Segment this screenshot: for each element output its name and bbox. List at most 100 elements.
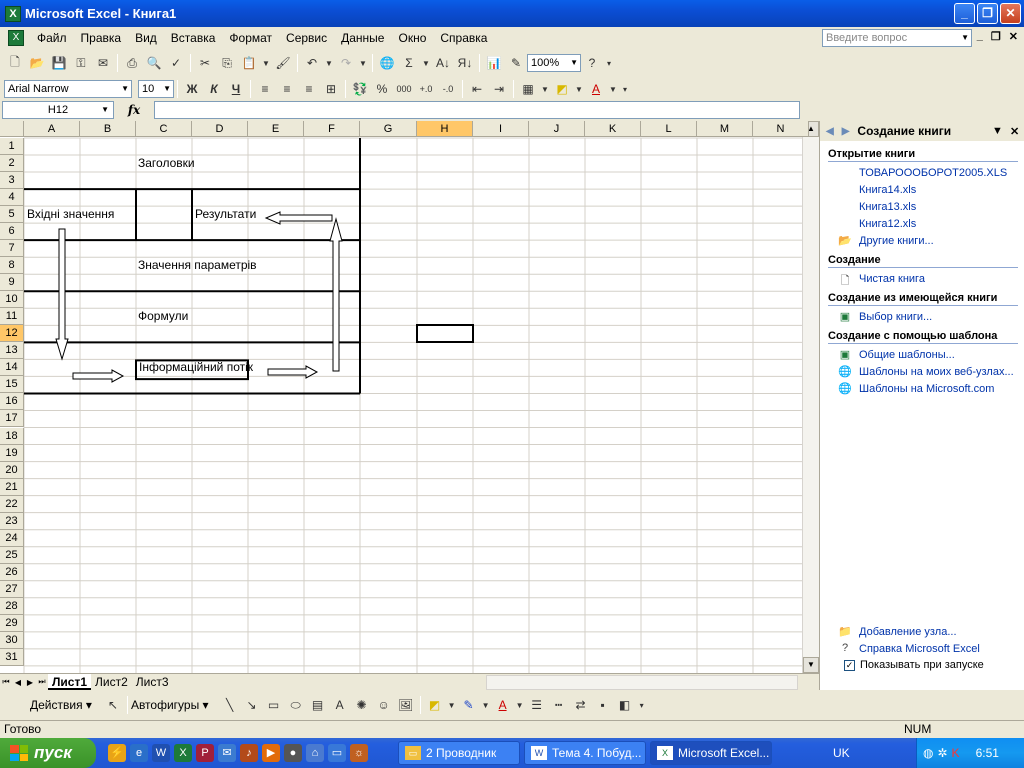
internet-explorer-icon[interactable]: e bbox=[130, 744, 148, 762]
powerpoint-icon[interactable]: P bbox=[196, 744, 214, 762]
blank-workbook-link[interactable]: 🗋 Чистая книга bbox=[838, 272, 1024, 288]
row-header[interactable]: 15 bbox=[0, 376, 24, 394]
row-header[interactable]: 18 bbox=[0, 427, 24, 445]
wordart-icon[interactable]: A bbox=[329, 694, 351, 716]
row-header[interactable]: 14 bbox=[0, 359, 24, 377]
office-assistant-icon[interactable]: ? bbox=[581, 52, 603, 74]
workbook-close-icon[interactable]: ✕ bbox=[1009, 30, 1018, 43]
row-header[interactable]: 23 bbox=[0, 512, 24, 530]
sheet-tab-3[interactable]: Лист3 bbox=[132, 674, 173, 690]
row-header[interactable]: 12 bbox=[0, 325, 24, 343]
diagram-icon[interactable]: ✺ bbox=[351, 694, 373, 716]
worksheet-grid[interactable]: ▲ ▼ A B C D E F G H I J K L M N 1 2 3 4 5 6 7 8 9 10 11 12 13 14 15 1… bbox=[0, 121, 819, 673]
row-header[interactable]: 11 bbox=[0, 308, 24, 326]
chevron-down-icon[interactable]: ▼ bbox=[420, 52, 432, 74]
chevron-down-icon[interactable]: ▼ bbox=[323, 52, 335, 74]
hyperlink-icon[interactable]: 🌐 bbox=[376, 52, 398, 74]
rectangle-icon[interactable]: ▭ bbox=[263, 694, 285, 716]
toolbar-options-icon[interactable]: ▾ bbox=[619, 78, 631, 100]
zoom-select[interactable]: 100% ▼ bbox=[527, 54, 581, 72]
row-header[interactable]: 31 bbox=[0, 648, 24, 666]
recent-file-2[interactable]: Книга14.xls bbox=[859, 183, 1024, 196]
prev-sheet-icon[interactable]: ◀ bbox=[12, 678, 24, 687]
next-sheet-icon[interactable]: ▶ bbox=[24, 678, 36, 687]
other-books-link[interactable]: 📂 Другие книги... bbox=[838, 234, 1024, 248]
row-header[interactable]: 7 bbox=[0, 240, 24, 258]
menu-help[interactable]: Справка bbox=[433, 31, 494, 45]
start-button[interactable]: пуск bbox=[0, 738, 96, 768]
general-templates-link[interactable]: ▣ Общие шаблоны... bbox=[838, 348, 1024, 362]
chevron-down-icon[interactable]: ▼ bbox=[446, 694, 458, 716]
line-style-icon[interactable]: ☰ bbox=[526, 694, 548, 716]
align-center-icon[interactable]: ≡ bbox=[276, 78, 298, 100]
sort-ascending-icon[interactable]: A↓ bbox=[432, 52, 454, 74]
drawing-icon[interactable]: ✎ bbox=[505, 52, 527, 74]
excel-icon[interactable]: X bbox=[174, 744, 192, 762]
row-header[interactable]: 6 bbox=[0, 223, 24, 241]
row-header[interactable]: 4 bbox=[0, 189, 24, 207]
name-box[interactable]: H12 ▼ bbox=[2, 101, 114, 119]
select-objects-icon[interactable]: ↖ bbox=[102, 694, 124, 716]
chart-wizard-icon[interactable]: 📊 bbox=[483, 52, 505, 74]
font-color-icon[interactable]: A bbox=[585, 78, 607, 100]
workbook-minimize-icon[interactable]: _ bbox=[977, 30, 983, 43]
column-header[interactable]: F bbox=[304, 121, 360, 137]
show-at-startup-option[interactable]: ✓ Показывать при запуске bbox=[844, 659, 1024, 671]
comma-style-icon[interactable]: 000 bbox=[393, 78, 415, 100]
menu-data[interactable]: Данные bbox=[334, 31, 391, 45]
close-button[interactable]: ✕ bbox=[1000, 3, 1021, 24]
column-header[interactable]: E bbox=[248, 121, 304, 137]
undo-icon[interactable]: ↶ bbox=[301, 52, 323, 74]
arrow-icon[interactable]: ↘ bbox=[241, 694, 263, 716]
task-word[interactable]: W Тема 4. Побуд... bbox=[524, 741, 646, 765]
font-name-select[interactable]: Arial Narrow ▼ bbox=[4, 80, 132, 98]
row-header[interactable]: 2 bbox=[0, 155, 24, 173]
redo-icon[interactable]: ↷ bbox=[335, 52, 357, 74]
bold-icon[interactable]: Ж bbox=[181, 78, 203, 100]
increase-decimal-icon[interactable]: +.0 bbox=[415, 78, 437, 100]
sheet-tab-1[interactable]: Лист1 bbox=[48, 674, 92, 690]
align-left-icon[interactable]: ≡ bbox=[254, 78, 276, 100]
column-header[interactable]: I bbox=[473, 121, 529, 137]
textbox-icon[interactable]: ▤ bbox=[307, 694, 329, 716]
italic-icon[interactable]: К bbox=[203, 78, 225, 100]
chevron-down-icon[interactable]: ▼ bbox=[573, 78, 585, 100]
ms-templates-link[interactable]: 🌐 Шаблоны на Microsoft.com bbox=[838, 382, 1024, 396]
back-icon[interactable]: ◀ bbox=[826, 126, 834, 137]
column-header[interactable]: M bbox=[697, 121, 753, 137]
excel-help-link[interactable]: ? Справка Microsoft Excel bbox=[838, 642, 1024, 655]
column-header[interactable]: J bbox=[529, 121, 585, 137]
picture-icon[interactable]: 🖼 bbox=[395, 694, 417, 716]
email-icon[interactable]: ✉ bbox=[92, 52, 114, 74]
column-header[interactable]: B bbox=[80, 121, 136, 137]
active-cell-selection[interactable] bbox=[416, 324, 474, 344]
media-player-icon[interactable]: ▶ bbox=[262, 744, 280, 762]
column-header[interactable]: K bbox=[585, 121, 641, 137]
sheet-tab-2[interactable]: Лист2 bbox=[91, 674, 132, 690]
horizontal-scrollbar[interactable] bbox=[486, 675, 798, 690]
decrease-decimal-icon[interactable]: -.0 bbox=[437, 78, 459, 100]
formula-input[interactable] bbox=[154, 101, 800, 119]
sort-descending-icon[interactable]: Я↓ bbox=[454, 52, 476, 74]
column-header[interactable]: D bbox=[192, 121, 248, 137]
tray-network-icon[interactable]: ✲ bbox=[937, 746, 947, 760]
oval-icon[interactable]: ⬭ bbox=[285, 694, 307, 716]
chevron-down-icon[interactable]: ▼ bbox=[992, 125, 1003, 137]
row-header[interactable]: 24 bbox=[0, 529, 24, 547]
row-header[interactable]: 8 bbox=[0, 257, 24, 275]
row-header[interactable]: 10 bbox=[0, 291, 24, 309]
workbook-restore-icon[interactable]: ❐ bbox=[991, 30, 1001, 43]
up-arrow-shape[interactable] bbox=[329, 217, 343, 372]
restore-button[interactable]: ❐ bbox=[977, 3, 998, 24]
row-header[interactable]: 29 bbox=[0, 614, 24, 632]
chevron-down-icon[interactable]: ▼ bbox=[357, 52, 369, 74]
chevron-down-icon[interactable]: ▼ bbox=[514, 694, 526, 716]
3d-style-icon[interactable]: ◧ bbox=[614, 694, 636, 716]
row-header[interactable]: 1 bbox=[0, 138, 24, 156]
menu-insert[interactable]: Вставка bbox=[164, 31, 223, 45]
choose-workbook-link[interactable]: ▣ Выбор книги... bbox=[838, 310, 1024, 324]
forward-icon[interactable]: ▶ bbox=[842, 126, 850, 137]
excel-app-icon[interactable]: X bbox=[5, 5, 21, 22]
spelling-icon[interactable]: ✓ bbox=[165, 52, 187, 74]
fill-color-icon[interactable]: ◩ bbox=[424, 694, 446, 716]
